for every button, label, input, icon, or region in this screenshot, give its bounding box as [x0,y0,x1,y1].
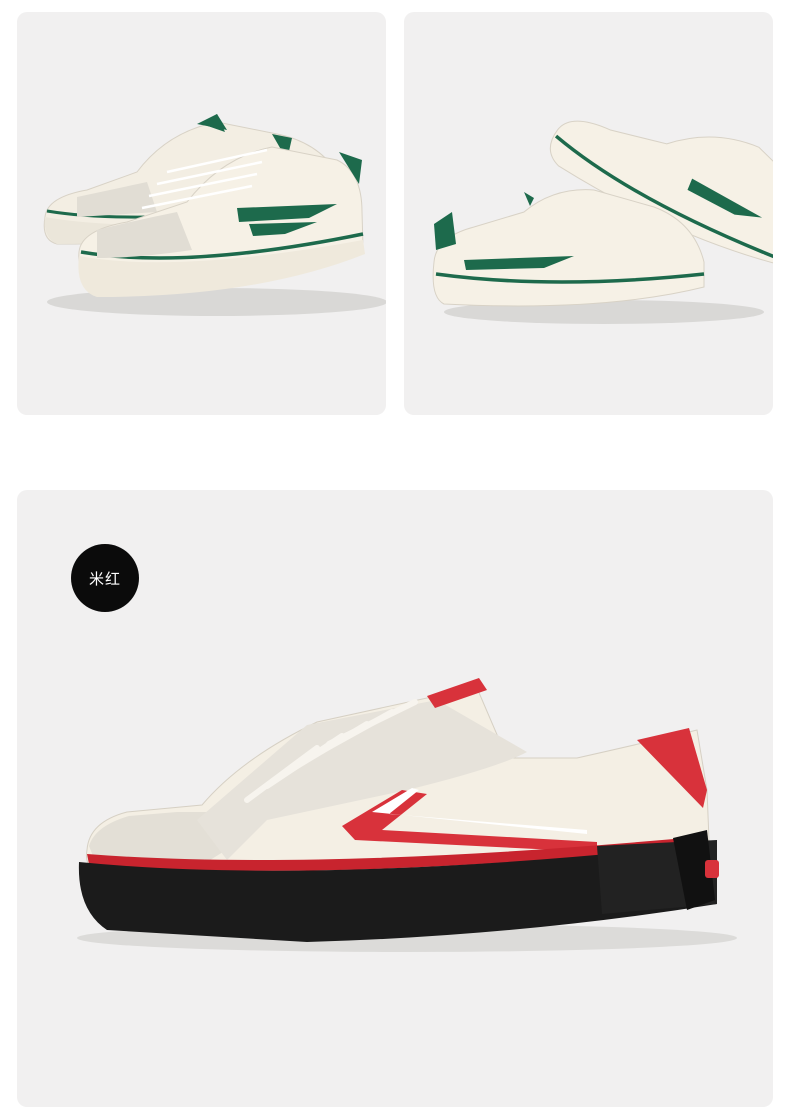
product-photo-green-pair-side [17,12,386,415]
color-variant-label: 米红 [88,569,121,588]
product-photo-red-sneaker: 米红 [17,490,773,1107]
color-variant-badge: 米红 [71,544,139,612]
product-photo-green-pair-heel [404,12,773,415]
green-sneaker-pair-illustration [43,114,386,316]
heel-badge [705,860,719,878]
green-sneaker-pair-illustration-2 [432,120,773,324]
